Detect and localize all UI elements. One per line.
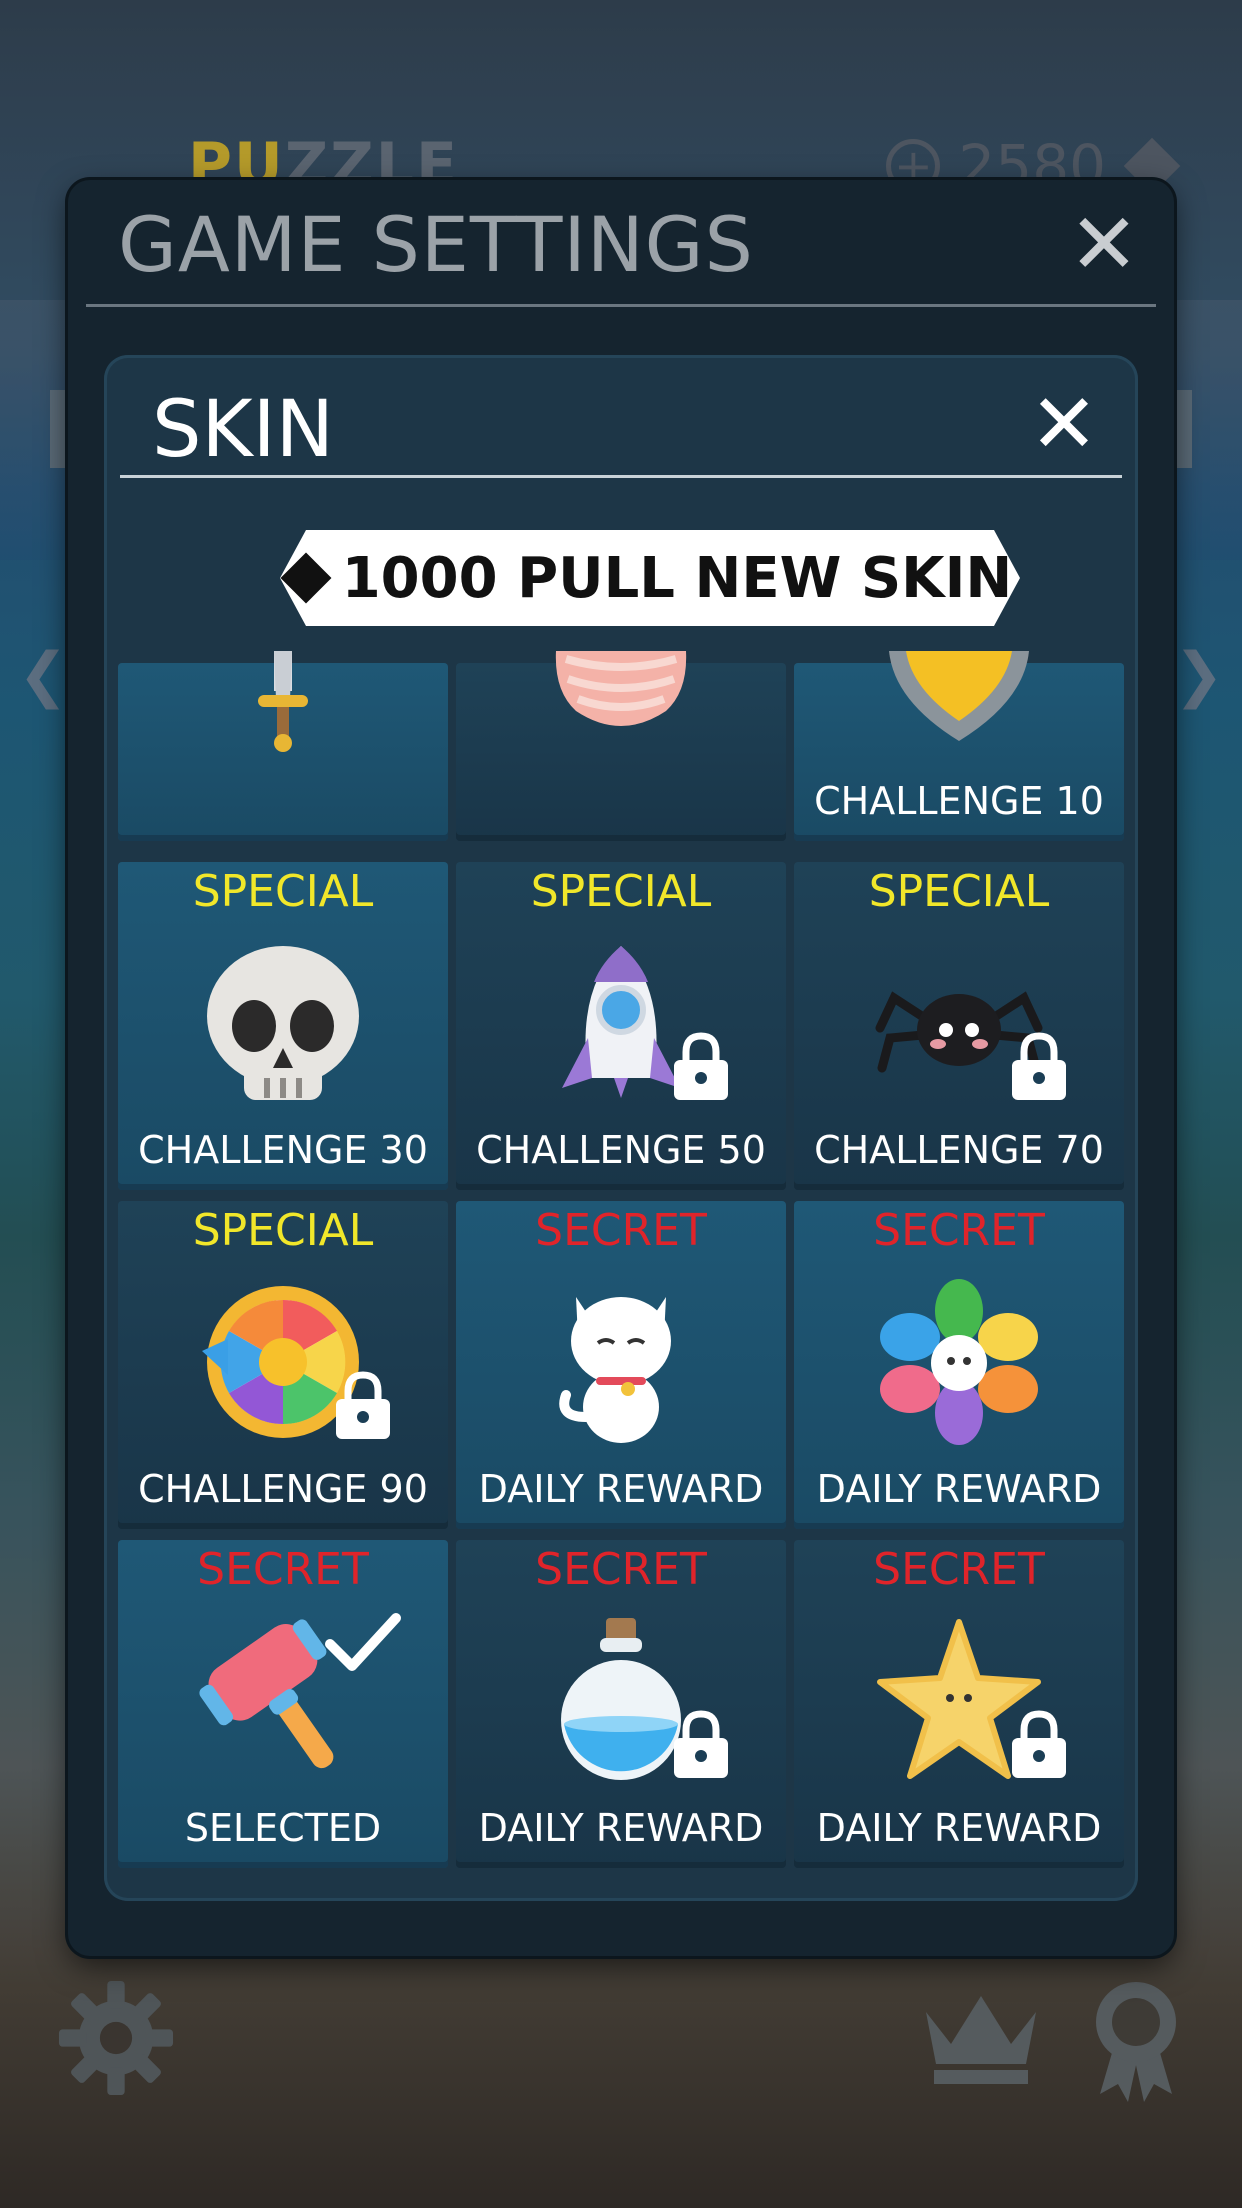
skin-panel-title: SKIN [152, 385, 335, 475]
skin-cell[interactable] [118, 651, 448, 841]
skin-label: CHALLENGE 10 [814, 779, 1104, 823]
skin-cell[interactable]: SECRET DAILY REWARD [794, 1540, 1124, 1868]
skin-tag: SPECIAL [192, 866, 374, 917]
skin-label: CHALLENGE 30 [138, 1128, 428, 1172]
background-side-right [1172, 390, 1192, 468]
skin-cell[interactable]: SECRET DAILY REWARD [456, 1201, 786, 1529]
skin-tag: SECRET [873, 1205, 1045, 1256]
shield-icon [874, 651, 1044, 771]
skin-cell[interactable]: CHALLENGE 10 [794, 651, 1124, 841]
skin-label: DAILY REWARD [816, 1806, 1102, 1850]
skin-label: DAILY REWARD [478, 1467, 764, 1511]
skull-icon [198, 938, 368, 1108]
lock-icon [1010, 1708, 1068, 1780]
dialog-title: GAME SETTINGS [118, 200, 754, 289]
skin-cell[interactable] [456, 651, 786, 841]
chevron-right-icon: ❯ [1173, 640, 1224, 710]
skin-tag: SECRET [535, 1205, 707, 1256]
skin-label: CHALLENGE 90 [138, 1467, 428, 1511]
cat-icon [536, 1277, 706, 1447]
dialog-divider [86, 304, 1156, 307]
skin-tag: SPECIAL [868, 866, 1050, 917]
sword-icon [198, 651, 368, 771]
settings-gear-icon [58, 1980, 174, 2096]
skin-tag: SECRET [197, 1544, 369, 1595]
skin-close-button[interactable]: ✕ [1024, 377, 1104, 472]
badge-icon [1096, 1982, 1176, 2102]
skin-tag: SECRET [873, 1544, 1045, 1595]
skin-cell[interactable]: SPECIAL CHALLENGE 90 [118, 1201, 448, 1529]
skin-label: DAILY REWARD [816, 1467, 1102, 1511]
skin-cell[interactable]: SPECIAL CHALLENGE 70 [794, 862, 1124, 1190]
skin-cell[interactable]: SECRET DAILY REWARD [456, 1540, 786, 1868]
lock-icon [1010, 1030, 1068, 1102]
lock-icon [334, 1369, 392, 1441]
close-icon: ✕ [1068, 195, 1140, 293]
lock-icon [672, 1030, 730, 1102]
lock-icon [672, 1708, 730, 1780]
skin-label: CHALLENGE 70 [814, 1128, 1104, 1172]
skin-tag: SPECIAL [192, 1205, 374, 1256]
shell-icon [536, 651, 706, 771]
skin-cell[interactable]: SPECIAL CHALLENGE 50 [456, 862, 786, 1190]
dialog-close-button[interactable]: ✕ [1064, 195, 1144, 293]
skin-cell[interactable]: SPECIAL CHALLENGE 30 [118, 862, 448, 1190]
skin-cell[interactable]: SECRET SELECTED [118, 1540, 448, 1868]
skin-label: CHALLENGE 50 [476, 1128, 766, 1172]
chevron-left-icon: ❮ [18, 640, 69, 710]
pull-new-skin-button[interactable]: 1000 PULL NEW SKIN [280, 530, 1020, 626]
diamond-icon [280, 552, 332, 604]
skin-tag: SPECIAL [530, 866, 712, 917]
skin-label: DAILY REWARD [478, 1806, 764, 1850]
skin-label: SELECTED [184, 1806, 382, 1850]
skin-cell[interactable]: SECRET DAILY REWARD [794, 1201, 1124, 1529]
close-icon: ✕ [1029, 377, 1099, 472]
skin-tag: SECRET [535, 1544, 707, 1595]
crown-icon [926, 1996, 1036, 2084]
checkmark-icon [324, 1610, 402, 1674]
pull-new-skin-label: 1000 PULL NEW SKIN [341, 545, 1013, 611]
flower-icon [874, 1277, 1044, 1447]
skin-panel-divider [120, 475, 1122, 478]
background-side-left [50, 390, 70, 468]
